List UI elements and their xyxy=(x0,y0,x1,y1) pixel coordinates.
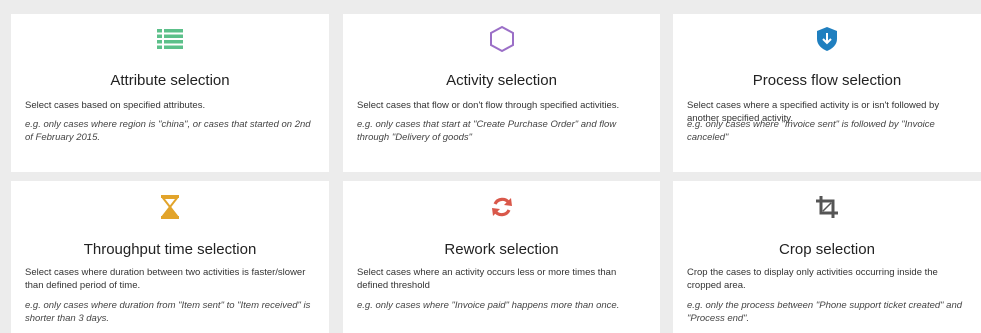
shield-arrow-icon xyxy=(813,25,841,53)
card-example: e.g. only cases where duration from "Ite… xyxy=(25,300,311,324)
card-title: Throughput time selection xyxy=(83,241,257,258)
card-activity-selection[interactable]: Activity selection Select cases that flo… xyxy=(343,14,660,172)
card-throughput-time-selection[interactable]: Throughput time selection Select cases w… xyxy=(11,181,329,333)
card-rework-selection[interactable]: Rework selection Select cases where an a… xyxy=(343,181,660,333)
card-title: Process flow selection xyxy=(752,72,902,89)
card-example: e.g. only cases where "Invoice paid" hap… xyxy=(357,300,620,311)
card-example: e.g. only cases where region is "china",… xyxy=(25,119,311,143)
card-title: Attribute selection xyxy=(110,72,230,89)
hourglass-icon xyxy=(156,193,184,221)
card-attribute-selection[interactable]: Attribute selection Select cases based o… xyxy=(11,14,329,172)
card-title: Crop selection xyxy=(779,241,875,258)
card-title: Activity selection xyxy=(446,72,557,89)
hexagon-icon xyxy=(488,25,516,53)
card-description: Select cases where duration between two … xyxy=(25,267,306,291)
card-description: Select cases where an activity occurs le… xyxy=(357,267,617,291)
card-description: Select cases that flow or don't flow thr… xyxy=(357,100,620,111)
refresh-icon xyxy=(488,193,516,221)
card-process-flow-selection[interactable]: Process flow selection Select cases wher… xyxy=(673,14,981,172)
list-icon xyxy=(156,25,184,53)
crop-icon xyxy=(813,193,841,221)
card-crop-selection[interactable]: Crop selection Crop the cases to display… xyxy=(673,181,981,333)
card-description: Crop the cases to display only activitie… xyxy=(687,267,938,291)
card-description: Select cases based on specified attribut… xyxy=(25,100,206,111)
card-example: e.g. only cases that start at "Create Pu… xyxy=(357,119,617,143)
card-title: Rework selection xyxy=(444,241,559,258)
card-example: e.g. only cases where "Invoice sent" is … xyxy=(687,119,935,143)
card-example: e.g. only the process between "Phone sup… xyxy=(687,300,963,324)
selection-card-grid: Attribute selection Select cases based o… xyxy=(0,0,981,333)
